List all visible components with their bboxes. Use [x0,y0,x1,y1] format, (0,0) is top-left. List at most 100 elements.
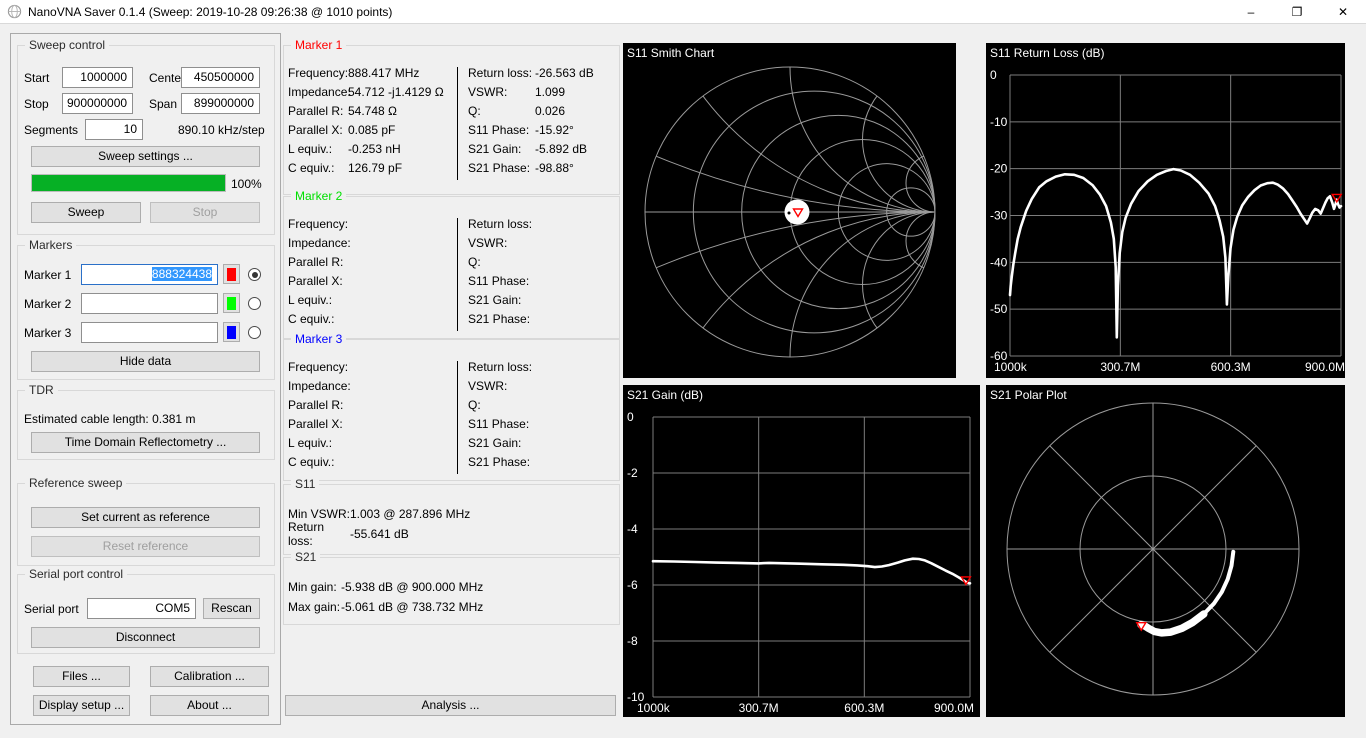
marker2-row-impedance: Impedance:VSWR: [288,233,617,252]
svg-text:600.3M: 600.3M [1211,360,1251,374]
minimize-button[interactable]: – [1228,0,1274,23]
stop-label: Stop [24,97,49,111]
marker3-row-l-equiv: L equiv.:S21 Gain: [288,433,617,452]
marker2-radio[interactable] [248,297,261,310]
set-reference-button[interactable]: Set current as reference [31,507,260,528]
svg-text:300.7M: 300.7M [1100,360,1140,374]
markers-title: Markers [25,238,76,252]
cable-length-text: Estimated cable length: 0.381 m [24,412,195,426]
svg-text:-6: -6 [627,578,638,592]
svg-text:-30: -30 [990,209,1008,223]
svg-text:300.7M: 300.7M [739,701,779,715]
svg-text:0: 0 [627,410,634,424]
calibration-button[interactable]: Calibration ... [150,666,269,687]
marker1-row-parallel-x: Parallel X:0.085 pFS11 Phase:-15.92° [288,120,617,139]
marker1-row-impedance: Impedance:54.712 -j1.4129 ΩVSWR:1.099 [288,82,617,101]
s21-polar-chart[interactable]: S21 Polar Plot [986,385,1345,717]
marker1-input[interactable]: 888324438 [81,264,218,285]
svg-text:-40: -40 [990,255,1008,269]
svg-text:0: 0 [990,68,997,82]
marker3-row-frequency: Frequency:Return loss: [288,357,617,376]
analysis-button[interactable]: Analysis ... [285,695,616,716]
marker1-radio[interactable] [248,268,261,281]
sweep-control-title: Sweep control [25,38,109,52]
marker3-row-parallel-r: Parallel R:Q: [288,395,617,414]
title-bar: NanoVNA Saver 0.1.4 (Sweep: 2019-10-28 0… [0,0,1366,24]
marker1-color-button[interactable] [223,264,240,284]
marker2-row-parallel-x: Parallel X:S11 Phase: [288,271,617,290]
tdr-button[interactable]: Time Domain Reflectometry ... [31,432,260,453]
marker3-color-chip [227,326,236,339]
sweep-settings-button[interactable]: Sweep settings ... [31,146,260,167]
progress-fill [32,175,225,191]
start-label: Start [24,71,49,85]
s21-polar-title: S21 Polar Plot [990,388,1067,402]
start-input[interactable]: 1000000 [62,67,133,88]
s11-stats-title: S11 [291,477,319,491]
s21-min-gain-row: Min gain:-5.938 dB @ 900.000 MHz [288,577,617,597]
stop-button[interactable]: Stop [150,202,260,223]
s11-stats-group: S11 Min VSWR:1.003 @ 287.896 MHz Return … [283,484,620,555]
center-input[interactable]: 450500000 [181,67,260,88]
marker2-label: Marker 2 [24,297,71,311]
serial-port-input[interactable]: COM5 [87,598,196,619]
s21-stats-group: S21 Min gain:-5.938 dB @ 900.000 MHz Max… [283,557,620,625]
hide-data-button[interactable]: Hide data [31,351,260,372]
window-title: NanoVNA Saver 0.1.4 (Sweep: 2019-10-28 0… [28,5,392,19]
marker2-row-parallel-r: Parallel R:Q: [288,252,617,271]
s21-stats-title: S21 [291,550,320,564]
sweep-button[interactable]: Sweep [31,202,141,223]
marker2-input[interactable] [81,293,218,314]
s11-return-loss-chart[interactable]: S11 Return Loss (dB) 0-10-20-30-40-50-60… [986,43,1345,378]
marker3-detail-group: Marker 3 Frequency:Return loss: Impedanc… [283,339,620,481]
marker1-label: Marker 1 [24,268,71,282]
center-label: Center [149,71,185,85]
marker1-row-l-equiv: L equiv.:-0.253 nHS21 Gain:-5.892 dB [288,139,617,158]
marker1-row-frequency: Frequency:888.417 MHzReturn loss:-26.563… [288,63,617,82]
serial-port-title: Serial port control [25,567,127,581]
restore-button[interactable]: ❐ [1274,0,1320,23]
s11-return-loss-title: S11 Return Loss (dB) [990,46,1105,60]
svg-text:600.3M: 600.3M [844,701,884,715]
svg-text:-2: -2 [627,466,638,480]
span-input[interactable]: 899000000 [181,93,260,114]
nanovna-saver-window: { "window": { "title": "NanoVNA Saver 0.… [0,0,1366,738]
span-label: Span [149,97,177,111]
close-button[interactable]: ✕ [1320,0,1366,23]
marker2-row-frequency: Frequency:Return loss: [288,214,617,233]
about-button[interactable]: About ... [150,695,269,716]
svg-text:-50: -50 [990,302,1008,316]
s21-gain-chart[interactable]: S21 Gain (dB) 0-2-4-6-8-101000k300.7M600… [623,385,980,717]
files-button[interactable]: Files ... [33,666,130,687]
marker2-row-c-equiv: C equiv.:S21 Phase: [288,309,617,328]
marker2-color-button[interactable] [223,293,240,313]
marker3-color-button[interactable] [223,322,240,342]
progress-percent: 100% [231,177,262,191]
marker2-row-l-equiv: L equiv.:S21 Gain: [288,290,617,309]
s11-smith-chart[interactable]: S11 Smith Chart [623,43,956,378]
marker3-row-impedance: Impedance:VSWR: [288,376,617,395]
svg-text:900.0M: 900.0M [934,701,974,715]
sweep-progress-bar [31,174,226,192]
marker1-detail-title: Marker 1 [291,38,346,52]
marker1-row-c-equiv: C equiv.:126.79 pFS21 Phase:-98.88° [288,158,617,177]
svg-text:1000k: 1000k [637,701,671,715]
marker1-color-chip [227,268,236,281]
marker1-detail-group: Marker 1 Frequency:888.417 MHzReturn los… [283,45,620,195]
segments-input[interactable]: 10 [85,119,143,140]
serial-port-label: Serial port [24,602,79,616]
marker3-input[interactable] [81,322,218,343]
step-size-text: 890.10 kHz/step [178,123,265,137]
stop-input[interactable]: 900000000 [62,93,133,114]
disconnect-button[interactable]: Disconnect [31,627,260,648]
marker3-radio[interactable] [248,326,261,339]
reset-reference-button[interactable]: Reset reference [31,536,260,557]
marker2-detail-title: Marker 2 [291,189,346,203]
svg-text:900.0M: 900.0M [1305,360,1345,374]
display-setup-button[interactable]: Display setup ... [33,695,130,716]
s21-max-gain-row: Max gain:-5.061 dB @ 738.732 MHz [288,597,617,617]
app-icon [7,4,22,19]
s11-smith-chart-title: S11 Smith Chart [627,46,714,60]
marker1-row-parallel-r: Parallel R:54.748 ΩQ:0.026 [288,101,617,120]
rescan-button[interactable]: Rescan [203,598,260,619]
